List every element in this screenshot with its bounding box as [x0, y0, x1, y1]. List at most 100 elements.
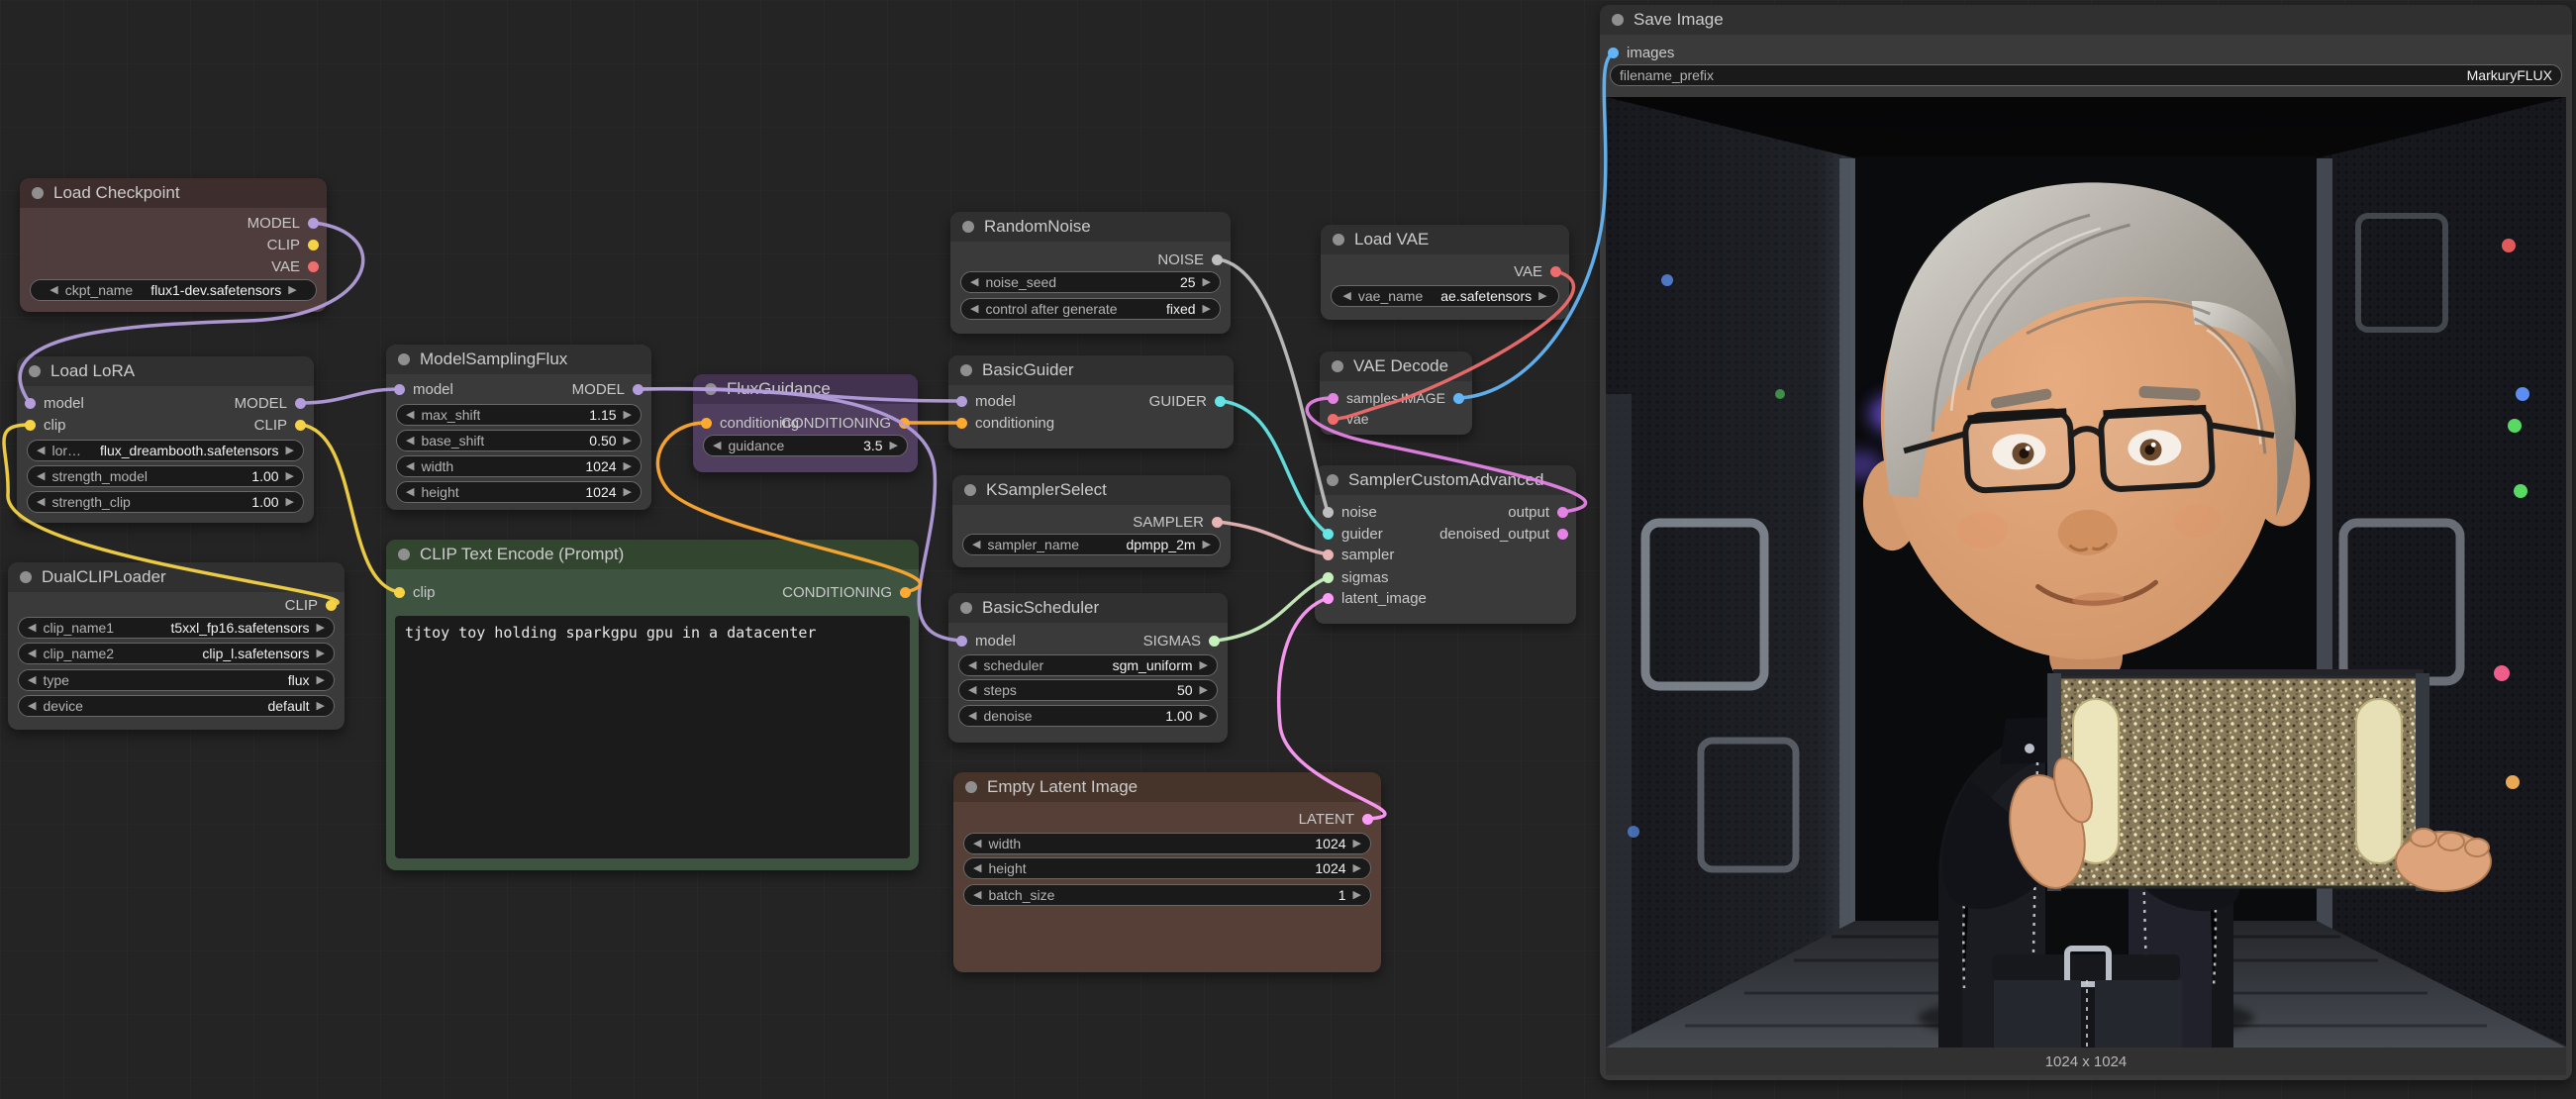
latent-slot-icon[interactable] [1328, 393, 1338, 404]
collapse-dot-icon[interactable] [960, 364, 972, 376]
output-slot-vae[interactable]: VAE [1514, 261, 1561, 281]
strength-model-widget[interactable]: ◀ strength_model 1.00 ▶ [27, 465, 304, 487]
collapse-dot-icon[interactable] [964, 484, 976, 496]
conditioning-slot-icon[interactable] [701, 418, 712, 429]
base-shift-widget[interactable]: ◀ base_shift 0.50 ▶ [396, 430, 642, 451]
increment-arrow-icon[interactable]: ▶ [317, 675, 325, 686]
collapse-dot-icon[interactable] [32, 187, 44, 199]
node-header[interactable]: FluxGuidance [693, 374, 918, 404]
increment-arrow-icon[interactable]: ▶ [286, 497, 294, 508]
decrement-arrow-icon[interactable]: ◀ [973, 839, 981, 849]
node-header[interactable]: BasicGuider [948, 355, 1234, 385]
decrement-arrow-icon[interactable]: ◀ [28, 675, 36, 686]
node-ksampler-select[interactable]: KSamplerSelect SAMPLER ◀ sampler_name dp… [952, 475, 1231, 567]
node-basic-scheduler[interactable]: BasicScheduler model SIGMAS ◀ scheduler … [948, 593, 1228, 743]
output-slot-sampler[interactable]: SAMPLER [1133, 512, 1223, 532]
input-slot-model[interactable]: model [956, 631, 1016, 650]
increment-arrow-icon[interactable]: ▶ [286, 471, 294, 482]
guider-slot-icon[interactable] [1215, 396, 1226, 407]
max-shift-widget[interactable]: ◀ max_shift 1.15 ▶ [396, 404, 642, 426]
output-slot-clip[interactable]: CLIP [254, 415, 306, 435]
increment-arrow-icon[interactable]: ▶ [1353, 839, 1361, 849]
vae-name-widget[interactable]: ◀ vae_name ae.safetensors ▶ [1331, 285, 1559, 307]
noise-slot-icon[interactable] [1212, 254, 1223, 265]
clip-slot-icon[interactable] [25, 420, 36, 431]
model-slot-icon[interactable] [308, 218, 319, 229]
output-slot-model[interactable]: MODEL [248, 213, 319, 233]
input-slot-model[interactable]: model [25, 393, 84, 413]
input-slot-clip[interactable]: clip [25, 415, 66, 435]
model-slot-icon[interactable] [394, 384, 405, 395]
increment-arrow-icon[interactable]: ▶ [317, 649, 325, 659]
output-slot-guider[interactable]: GUIDER [1149, 391, 1226, 411]
conditioning-slot-icon[interactable] [900, 587, 911, 598]
input-slot-model[interactable]: model [956, 391, 1016, 411]
latent-slot-icon[interactable] [1362, 814, 1373, 825]
model-slot-icon[interactable] [295, 398, 306, 409]
collapse-dot-icon[interactable] [1333, 234, 1344, 246]
node-header[interactable]: RandomNoise [950, 212, 1231, 242]
increment-arrow-icon[interactable]: ▶ [1353, 890, 1361, 901]
decrement-arrow-icon[interactable]: ◀ [973, 890, 981, 901]
node-header[interactable]: Load LoRA [17, 356, 314, 386]
increment-arrow-icon[interactable]: ▶ [1203, 304, 1211, 315]
input-slot-guider[interactable]: guider [1323, 524, 1383, 544]
output-slot-sigmas[interactable]: SIGMAS [1143, 631, 1220, 650]
decrement-arrow-icon[interactable]: ◀ [406, 461, 414, 472]
output-slot-conditioning[interactable]: CONDITIONING [782, 582, 911, 602]
collapse-dot-icon[interactable] [29, 365, 41, 377]
node-random-noise[interactable]: RandomNoise NOISE ◀ noise_seed 25 ▶ ◀ co… [950, 212, 1231, 334]
decrement-arrow-icon[interactable]: ◀ [406, 410, 414, 421]
width-widget[interactable]: ◀ width 1024 ▶ [396, 455, 642, 477]
node-load-checkpoint[interactable]: Load Checkpoint MODEL CLIP VAE ◀ ckpt_na… [20, 178, 327, 312]
image-slot-icon[interactable] [1453, 393, 1464, 404]
input-slot-model[interactable]: model [394, 379, 453, 399]
input-slot-sampler[interactable]: sampler [1323, 545, 1394, 564]
node-dual-clip-loader[interactable]: DualCLIPLoader CLIP ◀ clip_name1 t5xxl_f… [8, 562, 345, 730]
input-slot-images[interactable]: images [1608, 43, 1674, 62]
node-header[interactable]: SamplerCustomAdvanced [1315, 465, 1576, 495]
model-slot-icon[interactable] [25, 398, 36, 409]
decrement-arrow-icon[interactable]: ◀ [406, 487, 414, 498]
filename-prefix-widget[interactable]: filename_prefix MarkuryFLUX [1610, 64, 2562, 86]
input-slot-vae[interactable]: vae [1328, 409, 1369, 429]
strength-clip-widget[interactable]: ◀ strength_clip 1.00 ▶ [27, 491, 304, 513]
width-widget[interactable]: ◀ width 1024 ▶ [963, 833, 1371, 854]
node-model-sampling-flux[interactable]: ModelSamplingFlux model MODEL ◀ max_shif… [386, 345, 651, 510]
control-after-generate-widget[interactable]: ◀ control after generate fixed ▶ [960, 298, 1221, 320]
decrement-arrow-icon[interactable]: ◀ [713, 441, 721, 451]
output-slot-conditioning[interactable]: CONDITIONING [781, 413, 910, 433]
noise-seed-widget[interactable]: ◀ noise_seed 25 ▶ [960, 271, 1221, 293]
batch-size-widget[interactable]: ◀ batch_size 1 ▶ [963, 884, 1371, 906]
latent-slot-icon[interactable] [1323, 593, 1334, 604]
guider-slot-icon[interactable] [1323, 529, 1334, 540]
collapse-dot-icon[interactable] [398, 549, 410, 560]
node-vae-decode[interactable]: VAE Decode samples IMAGE vae [1320, 351, 1472, 435]
node-header[interactable]: CLIP Text Encode (Prompt) [386, 540, 919, 569]
height-widget[interactable]: ◀ height 1024 ▶ [396, 481, 642, 503]
increment-arrow-icon[interactable]: ▶ [1203, 540, 1211, 550]
collapse-dot-icon[interactable] [705, 383, 717, 395]
clip-slot-icon[interactable] [326, 600, 337, 611]
output-slot-clip[interactable]: CLIP [267, 235, 319, 254]
output-slot-denoised-output[interactable]: denoised_output [1439, 524, 1568, 544]
output-slot-model[interactable]: MODEL [235, 393, 306, 413]
decrement-arrow-icon[interactable]: ◀ [37, 471, 45, 482]
node-header[interactable]: Empty Latent Image [953, 772, 1381, 802]
node-sampler-custom-advanced[interactable]: SamplerCustomAdvanced noise output guide… [1315, 465, 1576, 624]
denoise-widget[interactable]: ◀ denoise 1.00 ▶ [958, 705, 1218, 727]
output-slot-image[interactable]: IMAGE [1401, 388, 1464, 408]
clip-name1-widget[interactable]: ◀ clip_name1 t5xxl_fp16.safetensors ▶ [18, 617, 335, 639]
input-slot-clip[interactable]: clip [394, 582, 436, 602]
decrement-arrow-icon[interactable]: ◀ [37, 497, 45, 508]
input-slot-sigmas[interactable]: sigmas [1323, 567, 1389, 587]
node-header[interactable]: BasicScheduler [948, 593, 1228, 623]
ckpt-name-widget[interactable]: ◀ ckpt_name flux1-dev.safetensors ▶ [30, 279, 317, 301]
clip-slot-icon[interactable] [308, 240, 319, 250]
decrement-arrow-icon[interactable]: ◀ [970, 304, 978, 315]
collapse-dot-icon[interactable] [20, 571, 32, 583]
increment-arrow-icon[interactable]: ▶ [624, 487, 632, 498]
vae-slot-icon[interactable] [1550, 266, 1561, 277]
clip-slot-icon[interactable] [295, 420, 306, 431]
node-header[interactable]: Save Image [1600, 5, 2572, 35]
